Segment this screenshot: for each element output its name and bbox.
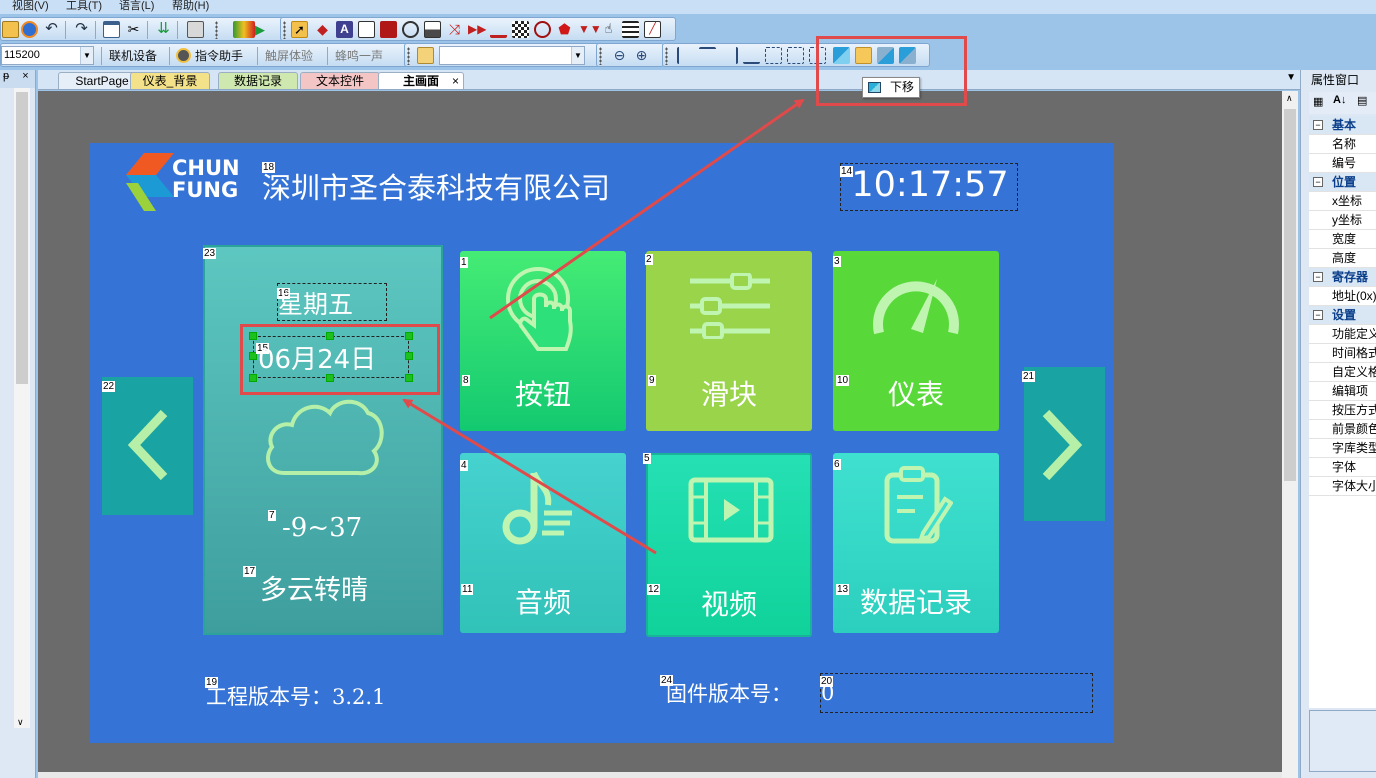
annotation-arrows <box>402 98 805 555</box>
arrow-to-toolbar <box>489 98 805 320</box>
arrow-to-date <box>402 398 657 555</box>
